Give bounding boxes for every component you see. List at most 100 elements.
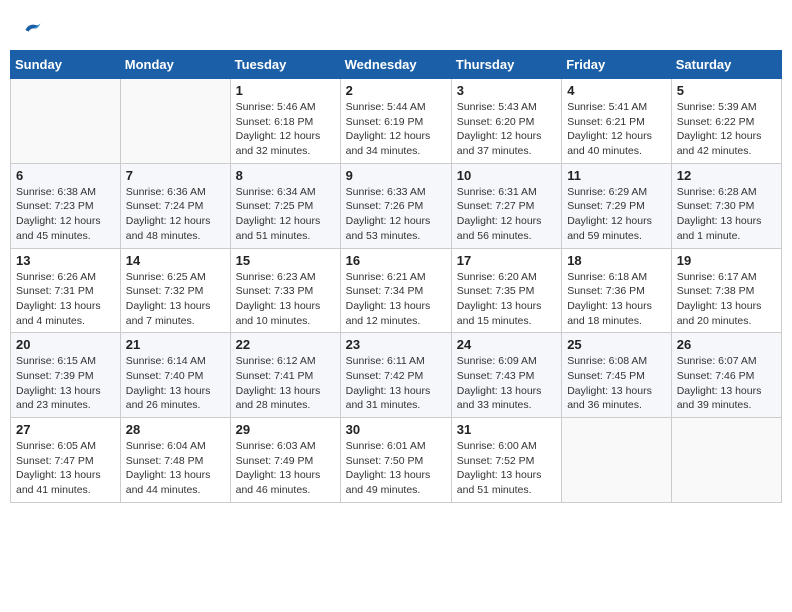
column-header-tuesday: Tuesday — [230, 51, 340, 79]
day-number: 5 — [677, 83, 776, 98]
column-header-wednesday: Wednesday — [340, 51, 451, 79]
calendar-cell: 12 Sunrise: 6:28 AMSunset: 7:30 PMDayligh… — [671, 163, 781, 248]
day-info: Sunrise: 5:44 AMSunset: 6:19 PMDaylight:… — [346, 100, 446, 159]
day-info: Sunrise: 6:04 AMSunset: 7:48 PMDaylight:… — [126, 439, 225, 498]
day-info: Sunrise: 6:25 AMSunset: 7:32 PMDaylight:… — [126, 270, 225, 329]
calendar-cell: 30 Sunrise: 6:01 AMSunset: 7:50 PMDayligh… — [340, 418, 451, 503]
day-info: Sunrise: 6:18 AMSunset: 7:36 PMDaylight:… — [567, 270, 666, 329]
logo — [20, 20, 42, 40]
calendar-cell: 21 Sunrise: 6:14 AMSunset: 7:40 PMDayligh… — [120, 333, 230, 418]
day-info: Sunrise: 6:17 AMSunset: 7:38 PMDaylight:… — [677, 270, 776, 329]
day-number: 6 — [16, 168, 115, 183]
calendar-header-row: SundayMondayTuesdayWednesdayThursdayFrid… — [11, 51, 782, 79]
calendar-week-row: 27Sunrise: 6:05 AMSunset: 7:47 PMDayligh… — [11, 418, 782, 503]
calendar-cell: 2 Sunrise: 5:44 AMSunset: 6:19 PMDaylight… — [340, 79, 451, 164]
calendar-cell: 16Sunrise: 6:21 AMSunset: 7:34 PMDayligh… — [340, 248, 451, 333]
day-info: Sunrise: 6:29 AMSunset: 7:29 PMDaylight:… — [567, 185, 666, 244]
calendar-cell — [11, 79, 121, 164]
day-number: 8 — [236, 168, 335, 183]
calendar-cell — [120, 79, 230, 164]
day-number: 22 — [236, 337, 335, 352]
day-info: Sunrise: 6:20 AMSunset: 7:35 PMDaylight:… — [457, 270, 556, 329]
day-number: 15 — [236, 253, 335, 268]
column-header-thursday: Thursday — [451, 51, 561, 79]
day-number: 30 — [346, 422, 446, 437]
column-header-friday: Friday — [562, 51, 672, 79]
calendar-cell: 9 Sunrise: 6:33 AMSunset: 7:26 PMDaylight… — [340, 163, 451, 248]
day-info: Sunrise: 6:14 AMSunset: 7:40 PMDaylight:… — [126, 354, 225, 413]
day-info: Sunrise: 6:31 AMSunset: 7:27 PMDaylight:… — [457, 185, 556, 244]
day-info: Sunrise: 6:38 AMSunset: 7:23 PMDaylight:… — [16, 185, 115, 244]
day-number: 31 — [457, 422, 556, 437]
day-number: 7 — [126, 168, 225, 183]
day-number: 4 — [567, 83, 666, 98]
day-number: 2 — [346, 83, 446, 98]
calendar-cell — [562, 418, 672, 503]
day-number: 14 — [126, 253, 225, 268]
calendar-cell: 26Sunrise: 6:07 AMSunset: 7:46 PMDayligh… — [671, 333, 781, 418]
day-info: Sunrise: 6:00 AMSunset: 7:52 PMDaylight:… — [457, 439, 556, 498]
day-info: Sunrise: 6:11 AMSunset: 7:42 PMDaylight:… — [346, 354, 446, 413]
day-number: 28 — [126, 422, 225, 437]
day-info: Sunrise: 6:33 AMSunset: 7:26 PMDaylight:… — [346, 185, 446, 244]
calendar-cell: 17 Sunrise: 6:20 AMSunset: 7:35 PMDayligh… — [451, 248, 561, 333]
day-number: 9 — [346, 168, 446, 183]
day-info: Sunrise: 6:23 AMSunset: 7:33 PMDaylight:… — [236, 270, 335, 329]
column-header-sunday: Sunday — [11, 51, 121, 79]
calendar-week-row: 1Sunrise: 5:46 AMSunset: 6:18 PMDaylight… — [11, 79, 782, 164]
calendar-cell: 31 Sunrise: 6:00 AMSunset: 7:52 PMDayligh… — [451, 418, 561, 503]
calendar-week-row: 6 Sunrise: 6:38 AMSunset: 7:23 PMDaylight… — [11, 163, 782, 248]
calendar-cell: 13 Sunrise: 6:26 AMSunset: 7:31 PMDayligh… — [11, 248, 121, 333]
day-info: Sunrise: 6:36 AMSunset: 7:24 PMDaylight:… — [126, 185, 225, 244]
day-number: 12 — [677, 168, 776, 183]
day-number: 10 — [457, 168, 556, 183]
day-info: Sunrise: 5:39 AMSunset: 6:22 PMDaylight:… — [677, 100, 776, 159]
calendar-cell: 27Sunrise: 6:05 AMSunset: 7:47 PMDayligh… — [11, 418, 121, 503]
calendar-week-row: 13 Sunrise: 6:26 AMSunset: 7:31 PMDayligh… — [11, 248, 782, 333]
calendar-cell: 19 Sunrise: 6:17 AMSunset: 7:38 PMDayligh… — [671, 248, 781, 333]
day-number: 27 — [16, 422, 115, 437]
calendar-cell: 7 Sunrise: 6:36 AMSunset: 7:24 PMDaylight… — [120, 163, 230, 248]
day-number: 21 — [126, 337, 225, 352]
day-info: Sunrise: 6:12 AMSunset: 7:41 PMDaylight:… — [236, 354, 335, 413]
column-header-saturday: Saturday — [671, 51, 781, 79]
day-number: 25 — [567, 337, 666, 352]
day-info: Sunrise: 6:09 AMSunset: 7:43 PMDaylight:… — [457, 354, 556, 413]
day-info: Sunrise: 5:41 AMSunset: 6:21 PMDaylight:… — [567, 100, 666, 159]
day-info: Sunrise: 6:26 AMSunset: 7:31 PMDaylight:… — [16, 270, 115, 329]
day-number: 11 — [567, 168, 666, 183]
calendar-cell: 14 Sunrise: 6:25 AMSunset: 7:32 PMDayligh… — [120, 248, 230, 333]
day-number: 17 — [457, 253, 556, 268]
day-number: 23 — [346, 337, 446, 352]
calendar-cell: 28 Sunrise: 6:04 AMSunset: 7:48 PMDayligh… — [120, 418, 230, 503]
calendar-cell: 1Sunrise: 5:46 AMSunset: 6:18 PMDaylight… — [230, 79, 340, 164]
calendar-cell: 4 Sunrise: 5:41 AMSunset: 6:21 PMDaylight… — [562, 79, 672, 164]
calendar-cell: 24Sunrise: 6:09 AMSunset: 7:43 PMDayligh… — [451, 333, 561, 418]
column-header-monday: Monday — [120, 51, 230, 79]
calendar-cell: 3Sunrise: 5:43 AMSunset: 6:20 PMDaylight… — [451, 79, 561, 164]
calendar-cell: 11 Sunrise: 6:29 AMSunset: 7:29 PMDayligh… — [562, 163, 672, 248]
day-info: Sunrise: 6:21 AMSunset: 7:34 PMDaylight:… — [346, 270, 446, 329]
calendar-cell: 8Sunrise: 6:34 AMSunset: 7:25 PMDaylight… — [230, 163, 340, 248]
calendar-week-row: 20 Sunrise: 6:15 AMSunset: 7:39 PMDayligh… — [11, 333, 782, 418]
logo-bird-icon — [22, 20, 42, 40]
day-info: Sunrise: 6:28 AMSunset: 7:30 PMDaylight:… — [677, 185, 776, 244]
calendar-table: SundayMondayTuesdayWednesdayThursdayFrid… — [10, 50, 782, 503]
header — [10, 10, 782, 45]
day-info: Sunrise: 6:01 AMSunset: 7:50 PMDaylight:… — [346, 439, 446, 498]
day-info: Sunrise: 6:15 AMSunset: 7:39 PMDaylight:… — [16, 354, 115, 413]
day-number: 29 — [236, 422, 335, 437]
day-number: 18 — [567, 253, 666, 268]
day-number: 1 — [236, 83, 335, 98]
day-info: Sunrise: 6:08 AMSunset: 7:45 PMDaylight:… — [567, 354, 666, 413]
calendar-cell: 29 Sunrise: 6:03 AMSunset: 7:49 PMDayligh… — [230, 418, 340, 503]
day-number: 3 — [457, 83, 556, 98]
day-number: 20 — [16, 337, 115, 352]
calendar-cell: 6 Sunrise: 6:38 AMSunset: 7:23 PMDaylight… — [11, 163, 121, 248]
calendar-cell — [671, 418, 781, 503]
calendar-cell: 23 Sunrise: 6:11 AMSunset: 7:42 PMDayligh… — [340, 333, 451, 418]
day-number: 19 — [677, 253, 776, 268]
calendar-cell: 25 Sunrise: 6:08 AMSunset: 7:45 PMDayligh… — [562, 333, 672, 418]
day-number: 13 — [16, 253, 115, 268]
day-info: Sunrise: 6:03 AMSunset: 7:49 PMDaylight:… — [236, 439, 335, 498]
